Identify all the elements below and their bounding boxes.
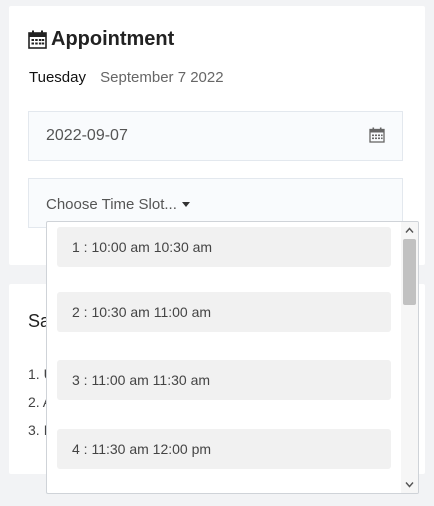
date-field-value: 2022-09-07 <box>46 127 128 144</box>
date-field[interactable]: 2022-09-07 <box>28 111 403 161</box>
caret-down-icon <box>181 202 190 207</box>
calendar-icon[interactable] <box>369 127 385 148</box>
scroll-down-icon[interactable] <box>405 480 414 489</box>
time-slot-option[interactable]: 1 : 10:00 am 10:30 am <box>57 227 391 267</box>
date-label: September 7 2022 <box>100 69 224 86</box>
selected-date: Tuesday September 7 2022 <box>29 69 224 86</box>
day-label: Tuesday <box>29 69 86 86</box>
time-slot-option[interactable]: 2 : 10:30 am 11:00 am <box>57 292 391 332</box>
time-slot-option[interactable]: 3 : 11:00 am 11:30 am <box>57 360 391 400</box>
scrollbar-thumb[interactable] <box>403 239 416 305</box>
time-slot-select-label: Choose Time Slot... <box>46 196 190 213</box>
calendar-icon <box>28 30 51 49</box>
appointment-header: Appointment <box>28 28 174 51</box>
time-slot-option[interactable]: 4 : 11:30 am 12:00 pm <box>57 429 391 469</box>
time-slot-dropdown[interactable]: 1 : 10:00 am 10:30 am 2 : 10:30 am 11:00… <box>46 221 419 494</box>
scroll-up-icon[interactable] <box>405 226 414 235</box>
dropdown-scrollbar[interactable] <box>401 222 418 493</box>
page-title: Appointment <box>51 28 175 50</box>
